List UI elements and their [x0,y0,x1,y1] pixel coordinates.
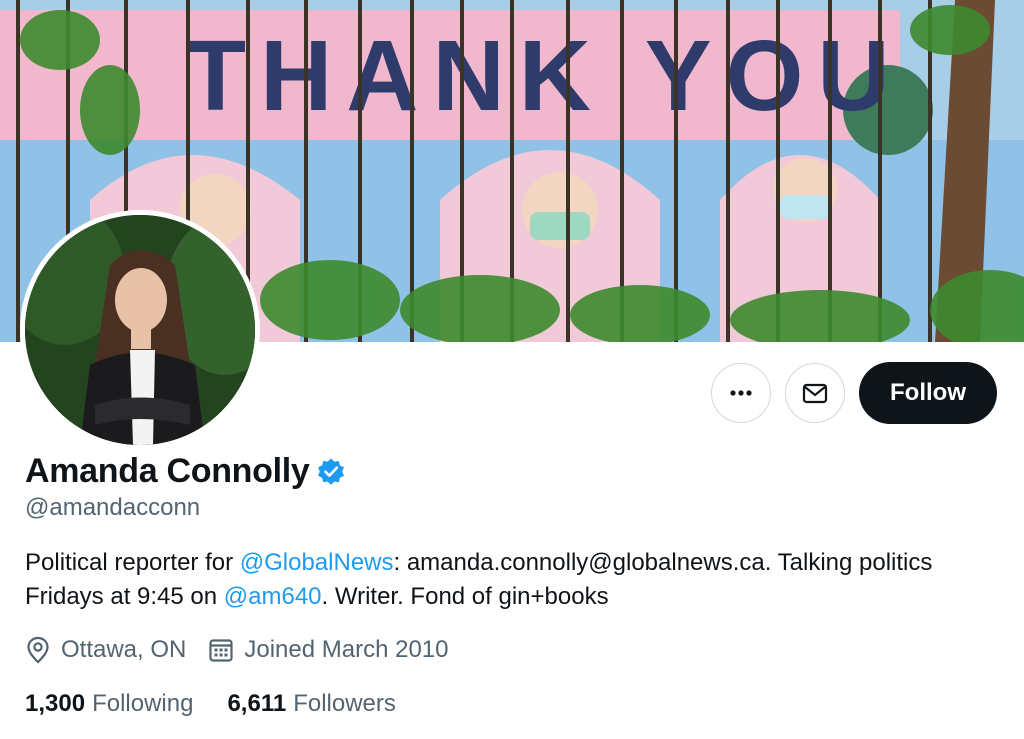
profile-meta: Ottawa, ON Joined March 2010 [25,636,449,664]
more-button[interactable] [711,363,771,423]
profile-handle: @amandacconn [25,494,201,521]
followers-label: Followers [293,690,396,717]
location: Ottawa, ON [25,636,186,664]
avatar[interactable] [20,210,260,450]
follow-button[interactable]: Follow [859,362,997,424]
calendar-icon [209,639,233,662]
bio-text: . Writer. Fond of gin+books [321,583,609,610]
profile-stats: 1,300 Following 6,611 Followers [25,690,396,718]
profile-bio: Political reporter for @GlobalNews: aman… [25,546,985,614]
message-button[interactable] [785,363,845,423]
more-icon [730,390,752,396]
profile-actions: Follow [711,362,997,424]
following-label: Following [92,690,194,717]
envelope-icon [802,383,828,404]
followers-link[interactable]: 6,611 Followers [227,690,395,718]
svg-text:THANK YOU: THANK YOU [185,20,904,132]
avatar-image [25,215,255,445]
following-count: 1,300 [25,690,86,717]
mention-link[interactable]: @am640 [224,583,322,610]
joined-text: Joined March 2010 [244,636,449,663]
display-name: Amanda Connolly [25,452,310,490]
profile-name-row: Amanda Connolly [25,452,346,491]
joined-date: Joined March 2010 [208,636,449,664]
followers-count: 6,611 [227,690,287,717]
bio-text: Political reporter for [25,549,240,576]
mention-link[interactable]: @GlobalNews [240,549,394,576]
map-pin-icon [27,636,49,664]
following-link[interactable]: 1,300 Following [25,690,193,718]
verified-badge-icon[interactable] [316,457,346,487]
location-text: Ottawa, ON [61,636,187,663]
